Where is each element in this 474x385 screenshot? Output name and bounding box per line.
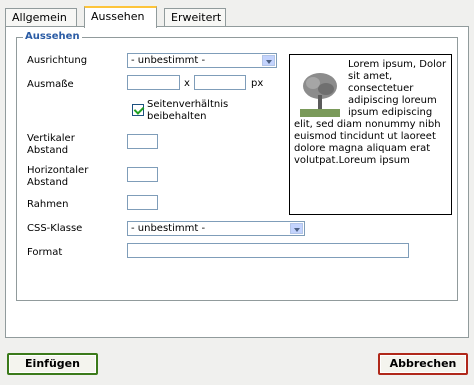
fieldset-legend: Aussehen xyxy=(23,31,82,42)
tab-allgemein[interactable]: Allgemein xyxy=(5,8,77,27)
tab-aussehen[interactable]: Aussehen xyxy=(84,6,157,28)
css-class-label: CSS-Klasse xyxy=(27,223,83,234)
chevron-down-icon[interactable] xyxy=(262,55,275,66)
alignment-select-value: - unbestimmt - xyxy=(131,55,206,66)
border-input[interactable] xyxy=(127,195,158,210)
border-label: Rahmen xyxy=(27,199,69,210)
dimensions-separator: x xyxy=(184,78,190,89)
cancel-button[interactable]: Abbrechen xyxy=(378,353,468,375)
vspace-label-1: Vertikaler xyxy=(27,133,75,144)
format-input[interactable] xyxy=(127,243,409,258)
vspace-label-2: Abstand xyxy=(27,145,69,156)
hspace-label-1: Horizontaler xyxy=(27,165,89,176)
chevron-down-icon[interactable] xyxy=(290,223,303,234)
alignment-select[interactable]: - unbestimmt - xyxy=(127,53,277,68)
width-input[interactable] xyxy=(127,75,180,90)
hspace-input[interactable] xyxy=(127,167,158,182)
dimensions-unit: px xyxy=(251,78,264,89)
alignment-label: Ausrichtung xyxy=(27,55,88,66)
image-preview: Lorem ipsum, Dolor sit amet, consectetue… xyxy=(289,54,452,215)
appearance-fieldset: Aussehen Ausrichtung - unbestimmt - Ausm… xyxy=(16,31,458,301)
insert-button[interactable]: Einfügen xyxy=(7,353,98,375)
keep-ratio-checkbox[interactable] xyxy=(132,104,144,116)
format-label: Format xyxy=(27,247,63,258)
height-input[interactable] xyxy=(194,75,246,90)
tree-image-icon xyxy=(298,69,342,119)
keep-ratio-label-2: beibehalten xyxy=(147,111,207,122)
hspace-label-2: Abstand xyxy=(27,177,69,188)
css-class-select[interactable]: - unbestimmt - xyxy=(127,221,305,236)
keep-ratio-label-1: Seitenverhältnis xyxy=(147,99,229,110)
dimensions-label: Ausmaße xyxy=(27,79,74,90)
css-class-select-value: - unbestimmt - xyxy=(131,223,206,234)
tab-panel: Aussehen Ausrichtung - unbestimmt - Ausm… xyxy=(5,26,469,338)
vspace-input[interactable] xyxy=(127,134,158,149)
tab-erweitert[interactable]: Erweitert xyxy=(164,8,226,27)
